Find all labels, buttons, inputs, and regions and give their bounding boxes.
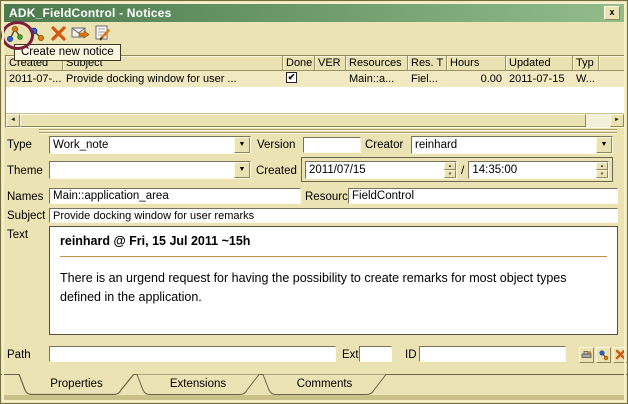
dropdown-arrow-icon[interactable]: ▼ <box>596 137 612 153</box>
delete-x-icon <box>49 23 69 43</box>
type-label: Type <box>7 139 32 151</box>
edit-notice-button[interactable] <box>93 23 113 43</box>
spin-down-icon[interactable]: ▼ <box>596 170 608 178</box>
done-checkbox[interactable]: ✔ <box>286 72 297 83</box>
created-time-value: 14:35:00 <box>469 162 596 178</box>
col-res-t[interactable]: Res. T <box>408 56 447 70</box>
tab-comments[interactable]: Comments <box>263 375 386 394</box>
cell-extra <box>599 71 624 87</box>
creator-label: Creator <box>365 139 403 151</box>
col-updated[interactable]: Updated <box>506 56 573 70</box>
resource-input[interactable]: FieldControl <box>348 188 618 204</box>
link-notice-icon <box>597 348 610 361</box>
link-notice-button[interactable] <box>27 23 47 43</box>
col-resources[interactable]: Resources <box>346 56 408 70</box>
send-mail-icon <box>70 23 90 43</box>
cell-resources: Main::a... <box>346 71 408 87</box>
resource-label: Resource <box>305 191 354 203</box>
theme-value <box>50 162 234 178</box>
col-hours[interactable]: Hours <box>447 56 506 70</box>
spin-up-icon[interactable]: ▲ <box>444 162 456 170</box>
cell-done: ✔ <box>283 71 315 87</box>
scrollbar-thumb[interactable] <box>20 114 586 127</box>
delete-notice-button[interactable] <box>49 23 69 43</box>
spin-down-icon[interactable]: ▼ <box>444 170 456 178</box>
dropdown-arrow-icon[interactable]: ▼ <box>234 162 250 178</box>
tab-extensions[interactable]: Extensions <box>137 375 259 394</box>
table-empty-area <box>6 87 624 114</box>
scrollbar-track[interactable] <box>586 114 610 127</box>
table-row[interactable]: 2011-07-... Provide docking window for u… <box>6 71 624 87</box>
theme-label: Theme <box>7 165 43 177</box>
type-value: Work_note <box>50 137 234 153</box>
cell-typ: W... <box>573 71 599 87</box>
window-bottom-edge <box>4 395 624 400</box>
edit-note-icon <box>93 23 113 43</box>
text-entry-header: reinhard @ Fri, 15 Jul 2011 ~15h <box>60 234 607 248</box>
notices-table: Created Subject Done VER Resources Res. … <box>5 55 625 128</box>
cell-subject: Provide docking window for user ... <box>63 71 283 87</box>
pick-object-icon <box>580 348 593 361</box>
subject-label: Subject <box>7 210 45 222</box>
path-input[interactable] <box>49 346 336 362</box>
create-notice-button[interactable] <box>4 23 24 43</box>
ext-input[interactable] <box>359 346 392 362</box>
tab-properties[interactable]: Properties <box>19 375 134 394</box>
created-label: Created <box>256 165 297 177</box>
cell-res-t: Fiel... <box>408 71 447 87</box>
separator-groove <box>39 129 617 131</box>
col-extra[interactable] <box>599 56 624 70</box>
text-entry-body: There is an urgend request for having th… <box>60 269 607 307</box>
cell-hours: 0.00 <box>447 71 506 87</box>
send-notice-button[interactable] <box>70 23 90 43</box>
type-dropdown[interactable]: Work_note ▼ <box>49 136 251 154</box>
date-time-separator: / <box>457 163 468 177</box>
tooltip: Create new notice <box>14 44 121 61</box>
window-title: ADK_FieldControl - Notices <box>4 6 172 20</box>
names-label: Names <box>7 191 43 203</box>
subject-input[interactable]: Provide docking window for user remarks <box>49 208 618 223</box>
col-ver[interactable]: VER <box>315 56 346 70</box>
text-area[interactable]: reinhard @ Fri, 15 Jul 2011 ~15h There i… <box>49 226 618 335</box>
created-time-field[interactable]: 14:35:00 ▲ ▼ <box>468 161 609 179</box>
pick-object-button[interactable] <box>579 347 594 363</box>
col-typ[interactable]: Typ <box>573 56 599 70</box>
col-done[interactable]: Done <box>283 56 315 70</box>
remove-notice-button[interactable] <box>613 347 628 363</box>
create-notice-icon <box>4 23 24 43</box>
cell-ver <box>315 71 346 87</box>
scroll-left-button[interactable]: ◄ <box>6 114 20 127</box>
id-input[interactable] <box>419 346 566 362</box>
scroll-left-icon: ◄ <box>10 117 16 123</box>
version-input[interactable] <box>303 137 361 153</box>
link-notice-icon <box>27 23 47 43</box>
id-label: ID <box>405 349 417 361</box>
remove-x-icon <box>614 348 627 361</box>
text-label: Text <box>7 229 28 241</box>
scroll-right-icon: ► <box>614 117 620 123</box>
notices-dialog: ADK_FieldControl - Notices x <box>0 0 628 404</box>
path-label: Path <box>7 349 31 361</box>
created-date-value: 2011/07/15 <box>306 162 444 178</box>
names-input[interactable]: Main::application_area <box>49 188 301 204</box>
created-date-field[interactable]: 2011/07/15 ▲ ▼ <box>305 161 457 179</box>
cell-updated: 2011-07-15 <box>506 71 573 87</box>
link-notice-small-button[interactable] <box>596 347 611 363</box>
close-icon: x <box>609 7 614 17</box>
check-icon: ✔ <box>288 72 296 82</box>
spin-up-icon[interactable]: ▲ <box>596 162 608 170</box>
creator-dropdown[interactable]: reinhard ▼ <box>411 136 613 154</box>
scroll-right-button[interactable]: ► <box>610 114 624 127</box>
separator-groove <box>39 132 617 134</box>
dropdown-arrow-icon[interactable]: ▼ <box>234 137 250 153</box>
horizontal-scrollbar[interactable]: ◄ ► <box>6 113 624 127</box>
created-datetime-group: 2011/07/15 ▲ ▼ / 14:35:00 ▲ ▼ <box>301 157 613 182</box>
version-label: Version <box>257 139 295 151</box>
creator-value: reinhard <box>412 137 596 153</box>
text-entry-rule <box>60 256 607 257</box>
titlebar[interactable]: ADK_FieldControl - Notices x <box>4 4 624 22</box>
theme-dropdown[interactable]: ▼ <box>49 161 251 179</box>
close-button[interactable]: x <box>604 6 620 20</box>
cell-created: 2011-07-... <box>6 71 63 87</box>
